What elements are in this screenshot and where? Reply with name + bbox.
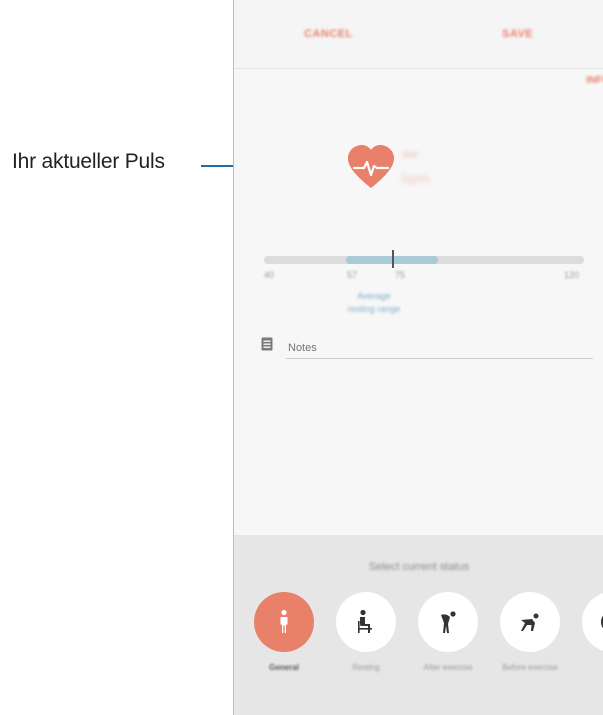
top-bar: CANCEL SAVE <box>234 0 603 69</box>
status-label-after-exercise: After exercise <box>423 663 473 672</box>
status-label-general: General <box>269 663 299 672</box>
status-option-general[interactable]: General <box>252 592 316 673</box>
status-circle-partial[interactable] <box>582 592 603 652</box>
callout-label: Ihr aktueller Puls <box>12 150 165 173</box>
range-tick-high: 75 <box>395 270 406 280</box>
phone-screen: CANCEL SAVE INFO -- bpm 40 57 75 120 Ave… <box>233 0 603 715</box>
heart-rate-value: -- <box>402 140 418 167</box>
note-icon <box>261 337 273 351</box>
heart-rate-unit: bpm <box>402 170 430 186</box>
range-caption-line1: Average <box>357 291 391 301</box>
cancel-button[interactable]: CANCEL <box>304 28 353 40</box>
person-bent-icon <box>441 611 456 633</box>
status-circle-after-exercise[interactable] <box>418 592 478 652</box>
heart-rate-icon <box>347 145 395 188</box>
heart-rate-range-bar <box>264 250 584 268</box>
person-crouching-icon <box>521 613 539 631</box>
person-sitting-icon <box>358 609 372 633</box>
status-label-before-exercise: Before exercise <box>502 663 558 672</box>
notes-input[interactable] <box>286 338 593 359</box>
range-tick-max: 120 <box>564 270 580 280</box>
status-option-partial[interactable] <box>580 592 603 662</box>
person-standing-icon <box>280 609 288 633</box>
status-circle-before-exercise[interactable] <box>500 592 560 652</box>
status-panel-title: Select current status <box>368 561 470 573</box>
info-link[interactable]: INFO <box>586 75 603 86</box>
status-circle-resting[interactable] <box>336 592 396 652</box>
status-label-resting: Resting <box>352 663 380 672</box>
status-panel: Select current status General Resting Af… <box>234 535 603 715</box>
status-option-before-exercise[interactable]: Before exercise <box>498 592 562 673</box>
status-option-resting[interactable]: Resting <box>334 592 398 673</box>
heart-shape <box>347 145 395 188</box>
status-option-after-exercise[interactable]: After exercise <box>416 592 480 673</box>
save-button[interactable]: SAVE <box>502 28 533 40</box>
status-circle-general[interactable] <box>254 592 314 652</box>
current-rate-marker <box>392 250 394 268</box>
range-caption: Average resting range <box>329 290 419 316</box>
range-caption-line2: resting range <box>347 304 401 314</box>
range-tick-min: 40 <box>264 270 275 280</box>
range-tick-low: 57 <box>347 270 358 280</box>
